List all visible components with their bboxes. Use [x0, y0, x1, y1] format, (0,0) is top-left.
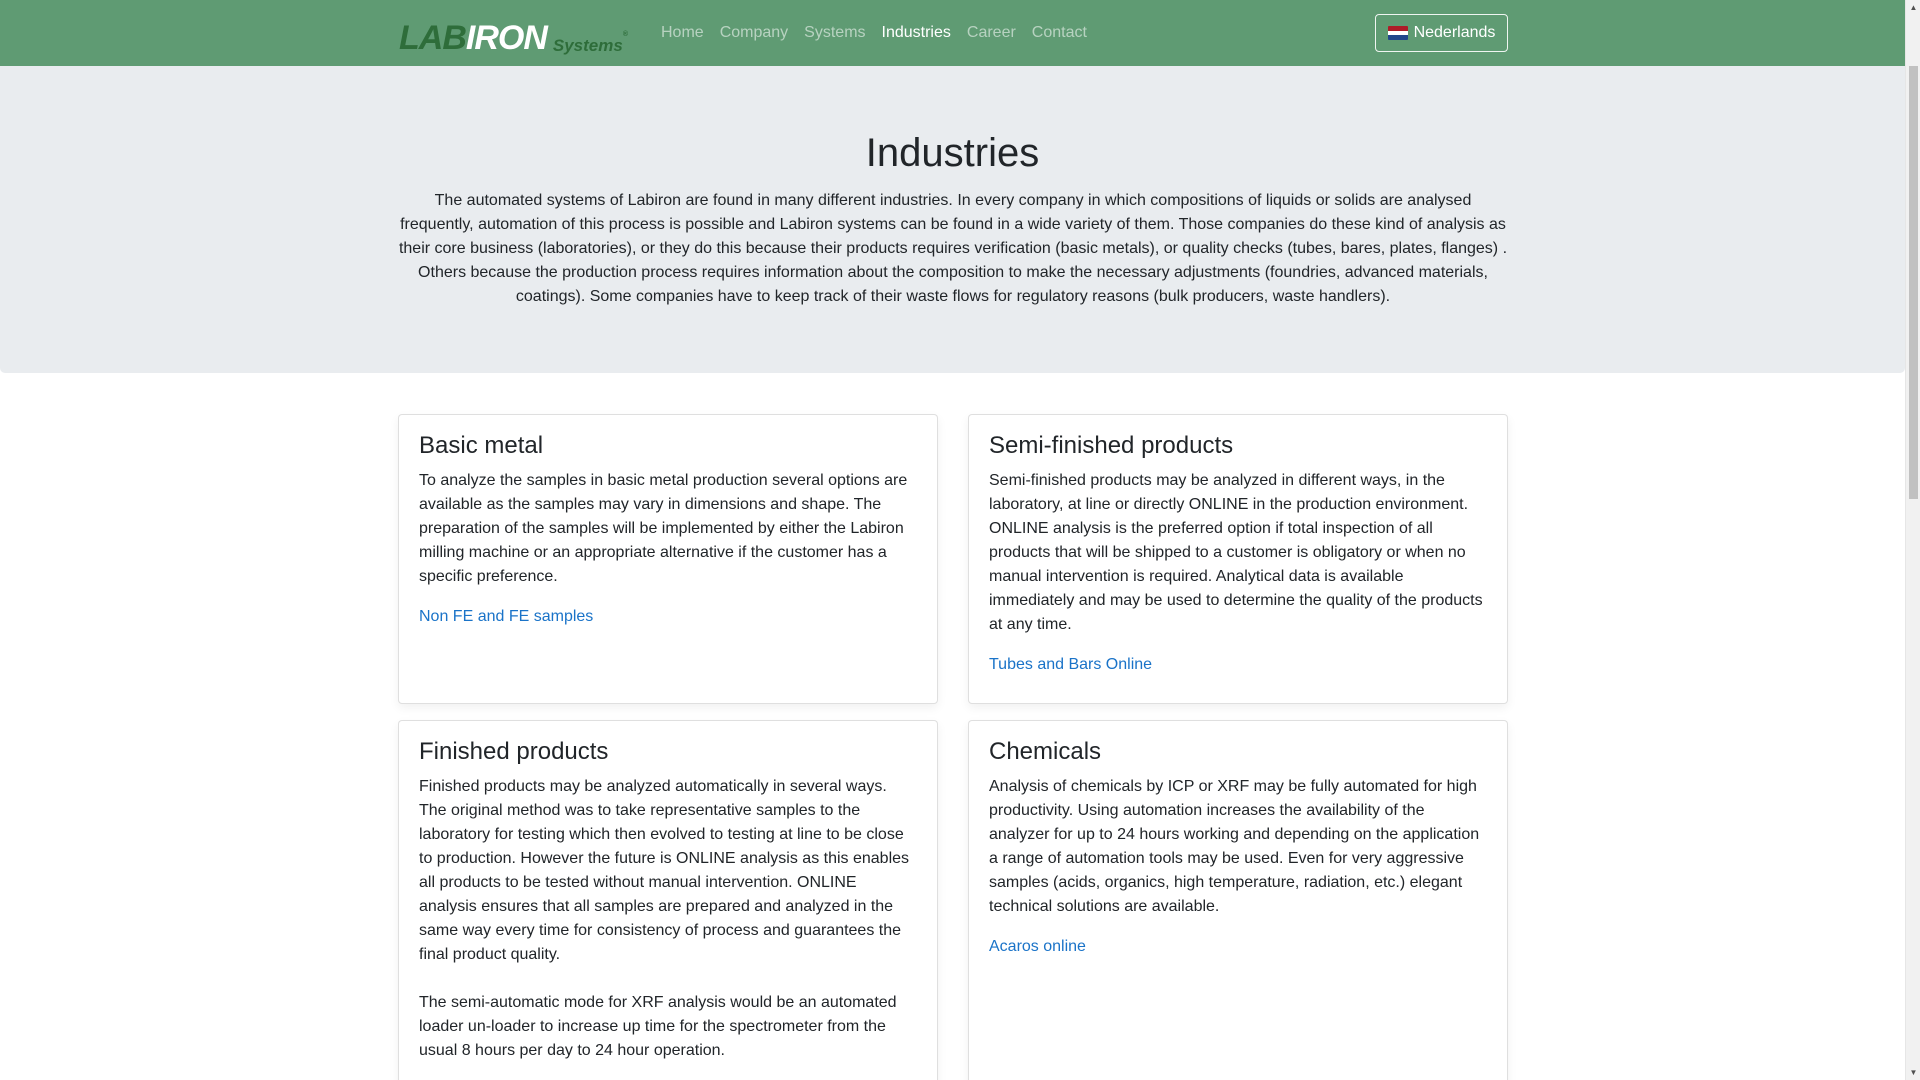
card-text: To analyze the samples in basic metal pr… [419, 472, 908, 585]
nav-link-industries[interactable]: Industries [882, 21, 951, 45]
card-text: Semi-finished products may be analyzed i… [989, 472, 1483, 633]
card-semi-finished-products: Semi-finished products Semi-finished pro… [968, 414, 1508, 704]
card-basic-metal: Basic metal To analyze the samples in ba… [398, 414, 938, 704]
language-button[interactable]: Nederlands [1375, 14, 1508, 52]
nav-link-systems[interactable]: Systems [804, 21, 865, 45]
scroll-up-arrow-icon[interactable]: ▲ [1906, 0, 1920, 15]
hero-description: The automated systems of Labiron are fou… [398, 192, 1508, 305]
logo-lab-text: LAB [399, 19, 467, 57]
labiron-logo[interactable]: LAB IRON Systems ® [399, 15, 628, 55]
hero-section: Industries The automated systems of Labi… [0, 66, 1905, 373]
card-chemicals: Chemicals Analysis of chemicals by ICP o… [968, 720, 1508, 1080]
scroll-down-arrow-icon[interactable]: ▼ [1906, 1065, 1920, 1080]
vertical-scrollbar[interactable]: ▲ ▼ [1905, 0, 1920, 1080]
top-navbar: LAB IRON Systems ® Home Company Systems … [0, 0, 1905, 66]
logo-systems-text: Systems [552, 36, 623, 55]
navbar-container: LAB IRON Systems ® Home Company Systems … [399, 0, 1508, 66]
nav-links: Home Company Systems Industries Career C… [661, 0, 1103, 66]
nav-link-home[interactable]: Home [661, 21, 704, 45]
card-link-non-fe-fe-samples[interactable]: Non FE and FE samples [419, 605, 917, 629]
nav-link-contact[interactable]: Contact [1032, 21, 1087, 45]
card-text: Finished products may be analyzed automa… [419, 778, 910, 963]
card-link-tubes-bars-online[interactable]: Tubes and Bars Online [989, 653, 1487, 677]
card-finished-products: Finished products Finished products may … [398, 720, 938, 1080]
card-text: The semi-automatic mode for XRF analysis… [419, 994, 897, 1059]
card-title: Chemicals [989, 738, 1102, 765]
card-text: Analysis of chemicals by ICP or XRF may … [989, 778, 1480, 915]
card-title: Finished products [419, 738, 609, 765]
logo-iron-text: IRON [465, 19, 548, 57]
scrollbar-thumb[interactable] [1909, 66, 1918, 499]
card-link-acaros-online[interactable]: Acaros online [989, 935, 1487, 959]
nav-link-company[interactable]: Company [720, 21, 788, 45]
card-title: Basic metal [419, 432, 544, 459]
logo-registered-mark: ® [622, 31, 628, 38]
language-button-label: Nederlands [1413, 24, 1496, 41]
page-title: Industries [865, 131, 1040, 175]
nav-link-career[interactable]: Career [967, 21, 1016, 45]
netherlands-flag-icon [1387, 26, 1408, 40]
card-title: Semi-finished products [989, 432, 1234, 459]
